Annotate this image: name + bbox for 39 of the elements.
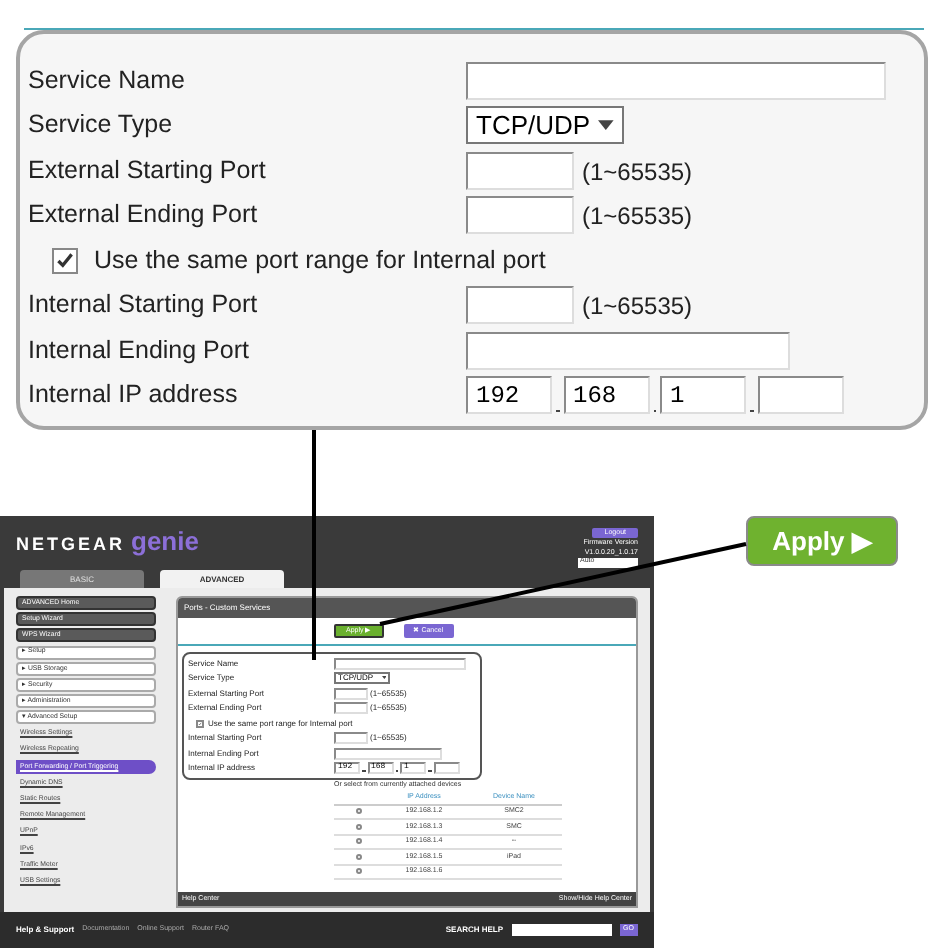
- input-field[interactable]: [466, 331, 790, 370]
- range-hint: (1~65535): [582, 155, 693, 190]
- input-field[interactable]: 192: [466, 376, 552, 415]
- search-field[interactable]: [511, 924, 612, 936]
- field-label: Internal Starting Port: [28, 290, 258, 319]
- input-field[interactable]: [334, 747, 442, 760]
- input-field[interactable]: [466, 286, 574, 325]
- input-field[interactable]: [466, 61, 886, 100]
- field-label: Internal IP address: [28, 380, 238, 409]
- input-field[interactable]: [466, 151, 574, 190]
- checkbox[interactable]: [196, 719, 204, 728]
- caret-icon: [381, 676, 386, 681]
- product-logo: genie: [131, 524, 199, 561]
- checkbox-label: Use the same port range for Internal port: [94, 243, 546, 278]
- radio-button[interactable]: [355, 838, 361, 845]
- range-hint: (1~65535): [582, 200, 693, 235]
- caret-icon: [598, 120, 614, 131]
- input-field[interactable]: 1: [660, 376, 746, 415]
- range-hint: (1~65535): [582, 290, 693, 325]
- input-field[interactable]: [334, 702, 368, 715]
- input-field[interactable]: [433, 762, 459, 775]
- input-field[interactable]: [334, 657, 466, 670]
- radio-button[interactable]: [355, 823, 361, 830]
- field-label: Internal Ending Port: [28, 335, 249, 364]
- input-field[interactable]: [466, 196, 574, 235]
- input-field[interactable]: 168: [563, 376, 649, 415]
- radio-button[interactable]: [355, 853, 361, 860]
- field-label: Service Name: [28, 65, 185, 94]
- checkbox[interactable]: [52, 247, 78, 274]
- input-field[interactable]: [334, 687, 368, 700]
- input-field[interactable]: [334, 732, 368, 745]
- field-label: External Starting Port: [28, 155, 266, 184]
- dropdown[interactable]: TCP/UDP: [466, 106, 624, 145]
- input-field[interactable]: [757, 376, 843, 415]
- radio-button[interactable]: [355, 868, 361, 875]
- radio-button[interactable]: [355, 808, 361, 815]
- field-label: Service Type: [28, 110, 173, 139]
- brand-logo: NETGEAR: [16, 532, 126, 559]
- field-label: External Ending Port: [28, 200, 258, 229]
